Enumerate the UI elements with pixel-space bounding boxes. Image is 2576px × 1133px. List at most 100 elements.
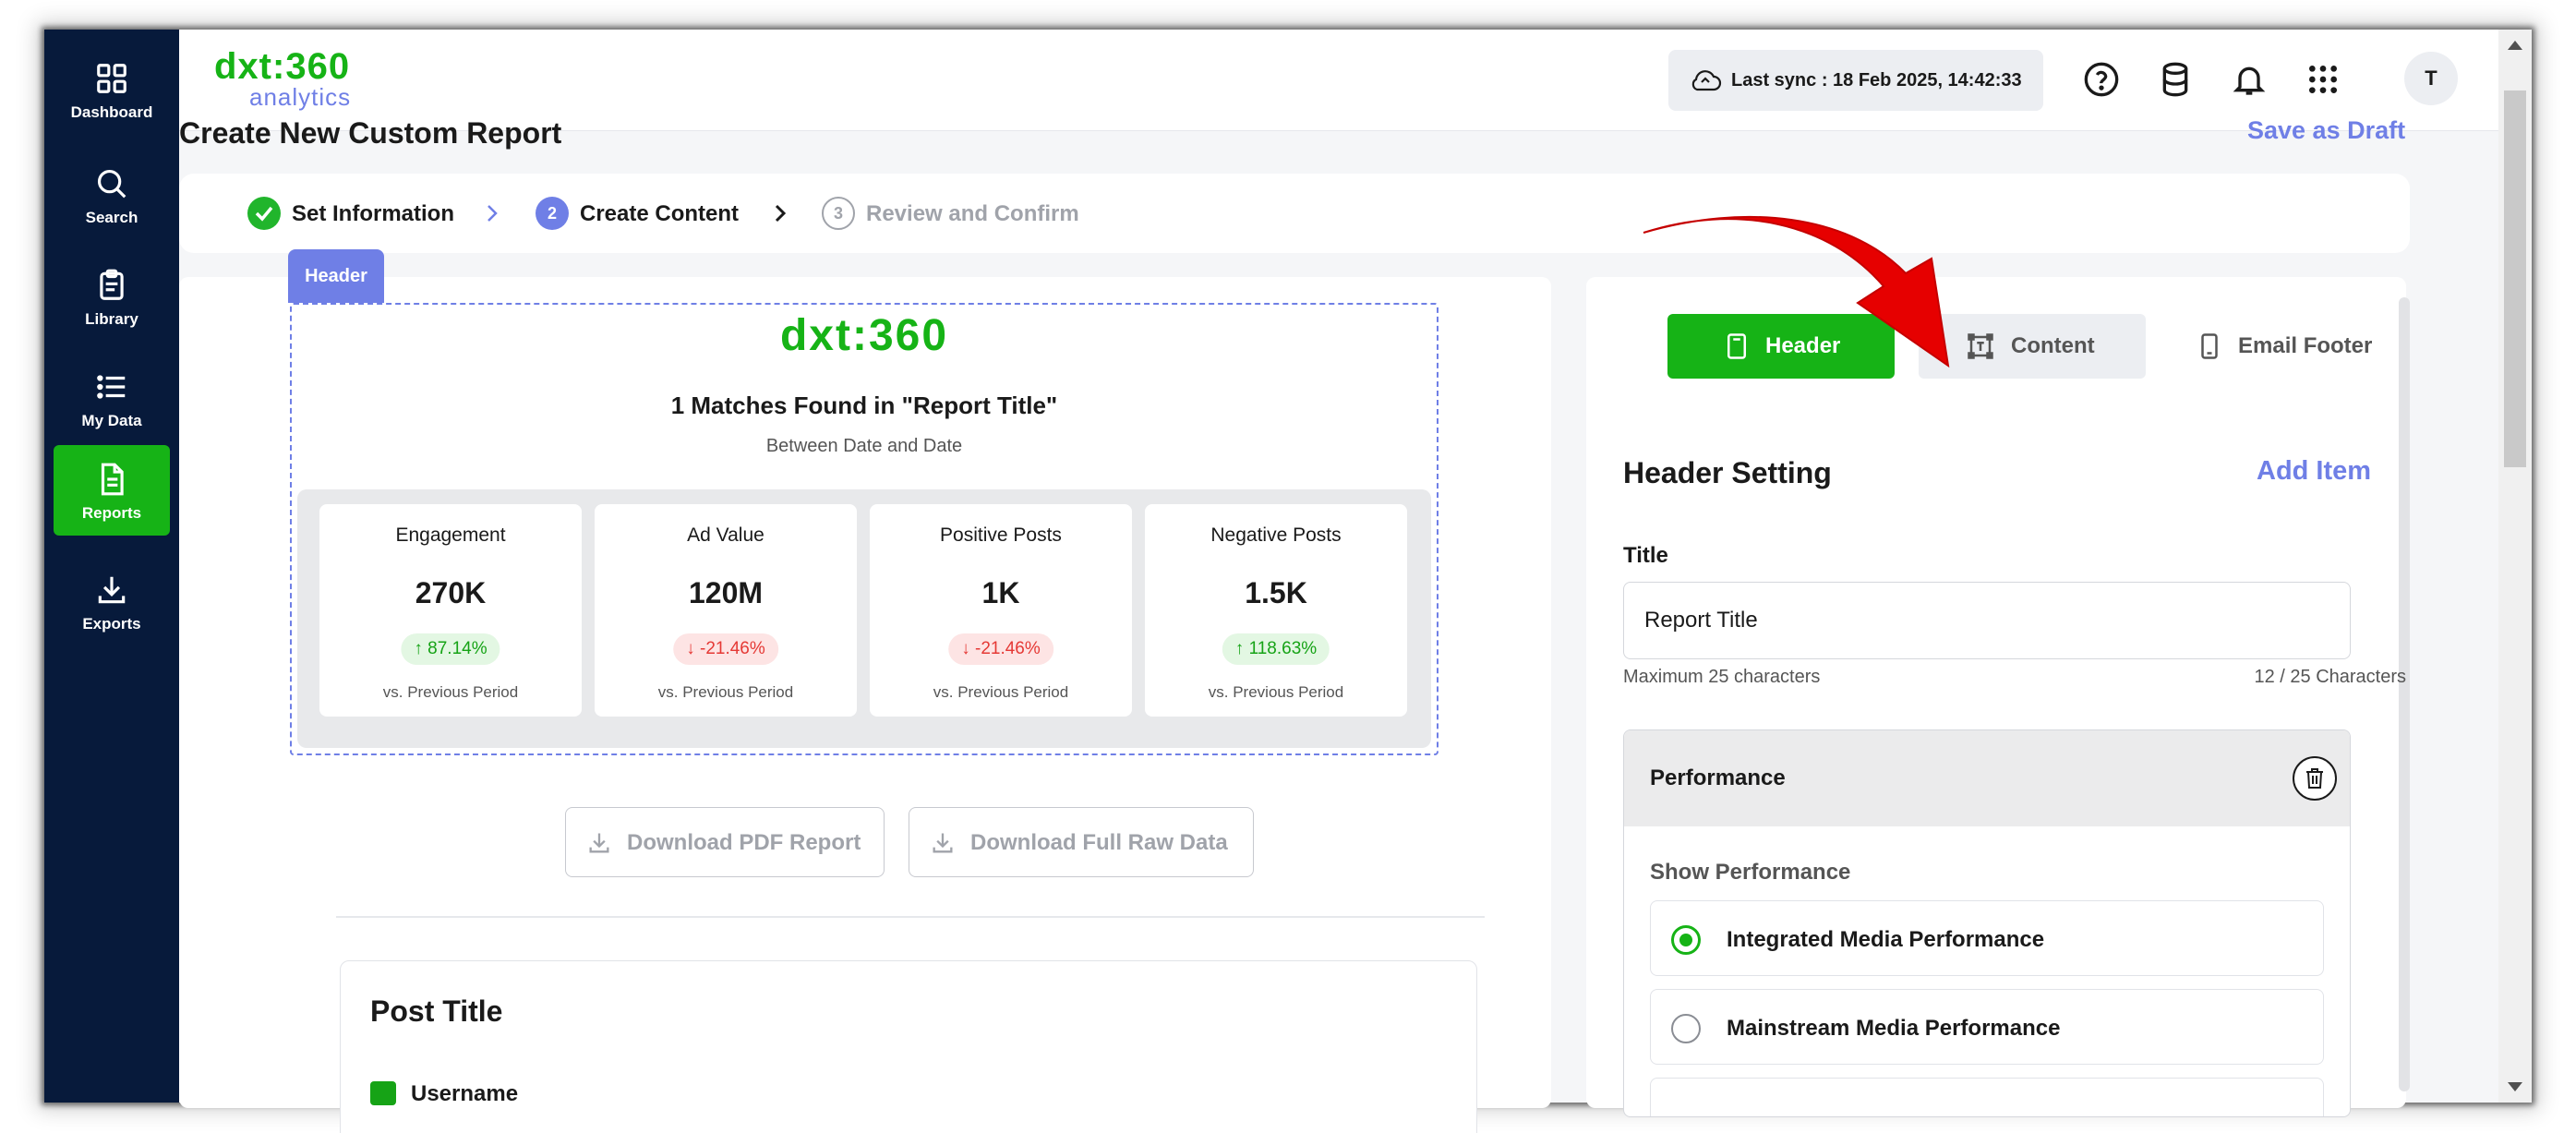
metric-label: Positive Posts	[940, 524, 1062, 546]
radio-integrated-media-performance[interactable]: Integrated Media Performance	[1650, 900, 2324, 976]
radio-unselected-icon[interactable]	[1671, 1014, 1701, 1043]
preview-title: 1 Matches Found in "Report Title"	[670, 392, 1058, 419]
metric-note: vs. Previous Period	[657, 683, 794, 701]
show-performance-label: Show Performance	[1650, 860, 1851, 885]
metric-change: -21.46%	[975, 639, 1041, 658]
step-done-icon	[247, 197, 281, 230]
mobile-icon	[2201, 333, 2218, 359]
metric-change-badge: ↓ -21.46%	[948, 633, 1053, 665]
step-number-badge: 3	[822, 197, 855, 230]
step-create-content[interactable]: Create Content	[580, 201, 739, 227]
metrics-row: Engagement 270K ↑ 87.14% vs. Previous Pe…	[297, 489, 1431, 748]
screenshot-frame: Dashboard Search Library My Data Reports…	[0, 0, 2576, 1133]
download-pdf-label: Download PDF Report	[627, 830, 861, 855]
metric-card-negative-posts: Negative Posts 1.5K ↑ 118.63% vs. Previo…	[1145, 504, 1407, 717]
tab-label: Email Footer	[2238, 333, 2373, 358]
tab-email-footer[interactable]: Email Footer	[2170, 314, 2397, 379]
bell-icon[interactable]	[2231, 61, 2268, 98]
radio-selected-icon[interactable]	[1671, 925, 1701, 955]
metric-change: -21.46%	[700, 639, 765, 658]
download-pdf-report-button[interactable]: Download PDF Report	[565, 807, 885, 877]
title-char-count: 12 / 25 Characters	[2254, 667, 2406, 687]
logo-main: dxt:360	[214, 46, 351, 87]
sidebar-item-library[interactable]: Library	[54, 251, 170, 342]
metric-change-badge: ↑ 118.63%	[1222, 633, 1330, 665]
window-scrollbar[interactable]	[2498, 30, 2532, 1103]
search-icon	[97, 169, 126, 199]
document-icon	[101, 463, 124, 496]
user-icon	[370, 1081, 396, 1105]
dashboard-icon	[97, 64, 126, 93]
last-sync-indicator: Last sync : 18 Feb 2025, 14:42:33	[1668, 50, 2043, 111]
tab-label: Content	[2011, 333, 2095, 358]
metric-change-badge: ↑ 87.14%	[401, 633, 500, 665]
title-field-label: Title	[1623, 543, 1668, 568]
app-logo[interactable]: dxt:360 analytics	[214, 46, 351, 111]
header-preview-block[interactable]: dxt:360 1 Matches Found in "Report Title…	[290, 303, 1438, 755]
sidebar-item-search[interactable]: Search	[54, 150, 170, 240]
header-section-tag: Header	[288, 249, 384, 303]
chevron-right-icon	[775, 204, 787, 223]
metric-label: Ad Value	[687, 524, 764, 546]
database-icon[interactable]	[2157, 61, 2194, 98]
add-item-link[interactable]: Add Item	[2257, 456, 2371, 487]
last-sync-text: Last sync : 18 Feb 2025, 14:42:33	[1731, 70, 2022, 90]
performance-section: Performance Show Performance Integrated …	[1623, 729, 2351, 1117]
metric-card-positive-posts: Positive Posts 1K ↓ -21.46% vs. Previous…	[870, 504, 1132, 717]
scroll-down-arrow[interactable]	[2508, 1082, 2522, 1091]
sidebar-item-label: Library	[85, 310, 138, 328]
cloud-sync-icon	[1691, 70, 1722, 91]
radio-mainstream-media-performance[interactable]: Mainstream Media Performance	[1650, 989, 2324, 1065]
logo-sub: analytics	[249, 83, 352, 111]
tab-header[interactable]: Header	[1667, 314, 1895, 379]
title-help-text: Maximum 25 characters	[1623, 667, 1821, 687]
scroll-thumb[interactable]	[2504, 90, 2526, 467]
save-as-draft-link[interactable]: Save as Draft	[2247, 116, 2405, 145]
scroll-up-arrow[interactable]	[2508, 41, 2522, 50]
sidebar-item-label: Exports	[82, 615, 141, 633]
sidebar-item-label: My Data	[81, 412, 142, 429]
chevron-right-icon	[488, 205, 498, 222]
tab-content[interactable]: Content	[1919, 314, 2146, 379]
performance-title: Performance	[1650, 765, 1786, 790]
sidebar-item-label: Reports	[81, 504, 142, 522]
post-preview-card[interactable]: Post Title Username	[340, 960, 1477, 1133]
metric-value: 120M	[688, 576, 764, 609]
metric-label: Engagement	[395, 524, 506, 546]
page-title: Create New Custom Report	[179, 116, 562, 150]
trash-icon	[2306, 768, 2323, 789]
step-set-information[interactable]: Set Information	[292, 201, 454, 227]
post-title: Post Title	[370, 994, 503, 1028]
download-full-raw-data-button[interactable]: Download Full Raw Data	[909, 807, 1254, 877]
sidebar-item-dashboard[interactable]: Dashboard	[54, 44, 170, 135]
download-icon	[98, 576, 126, 604]
divider	[336, 916, 1485, 918]
header-setting-title: Header Setting	[1623, 456, 1832, 489]
metric-label: Negative Posts	[1210, 524, 1342, 546]
header-icon	[1727, 333, 1746, 359]
download-raw-label: Download Full Raw Data	[970, 830, 1228, 855]
title-input[interactable]	[1623, 582, 2351, 659]
metric-value: 1.5K	[1245, 576, 1307, 609]
radio-option-partial[interactable]	[1650, 1078, 2324, 1116]
help-icon[interactable]	[2083, 61, 2120, 98]
preview-subtitle: Between Date and Date	[765, 436, 963, 456]
metric-value: 270K	[415, 576, 487, 609]
performance-header: Performance	[1624, 730, 2350, 826]
sidebar-item-exports[interactable]: Exports	[54, 556, 170, 646]
metric-change-badge: ↓ -21.46%	[673, 633, 778, 665]
download-icon	[589, 833, 609, 853]
metric-note: vs. Previous Period	[382, 683, 519, 701]
sidebar-item-reports[interactable]: Reports	[54, 445, 170, 536]
settings-panel-scrollbar[interactable]	[2399, 297, 2410, 1091]
avatar[interactable]: T	[2404, 52, 2458, 105]
apps-grid-icon[interactable]	[2305, 61, 2341, 98]
post-username: Username	[411, 1081, 519, 1106]
step-review-and-confirm: Review and Confirm	[866, 201, 1079, 226]
download-icon	[933, 833, 953, 853]
radio-label: Mainstream Media Performance	[1727, 1016, 2061, 1041]
delete-performance-button[interactable]	[2293, 756, 2337, 801]
sidebar-item-label: Dashboard	[70, 103, 153, 121]
sidebar-item-my-data[interactable]: My Data	[54, 353, 170, 443]
metric-change: 87.14%	[427, 639, 488, 658]
